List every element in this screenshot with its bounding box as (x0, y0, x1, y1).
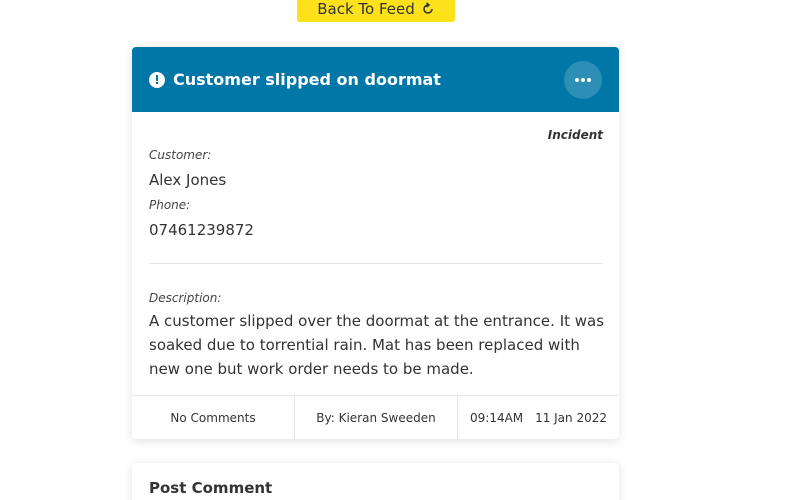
ellipsis-icon (575, 78, 579, 82)
page: Back To Feed ! Customer slipped on doorm… (0, 0, 800, 500)
comments-count-label: No Comments (170, 410, 256, 425)
customer-value: Alex Jones (149, 171, 227, 189)
description-label: Description: (149, 291, 222, 305)
divider (149, 263, 603, 264)
incident-title: Customer slipped on doormat (173, 70, 441, 89)
date-label: 11 Jan 2022 (535, 410, 607, 425)
phone-label: Phone: (149, 198, 191, 212)
timestamp: 09:14AM 11 Jan 2022 (458, 396, 619, 439)
incident-card: ! Customer slipped on doormat Incident C… (132, 47, 619, 439)
time-label: 09:14AM (470, 410, 524, 425)
post-comment-card: Post Comment (132, 463, 619, 500)
phone-value: 07461239872 (149, 221, 254, 239)
customer-label: Customer: (149, 148, 212, 162)
post-comment-title: Post Comment (149, 479, 273, 497)
back-to-feed-button[interactable]: Back To Feed (297, 0, 455, 22)
refresh-icon (421, 2, 435, 16)
comments-count[interactable]: No Comments (132, 396, 295, 439)
author-label: By: Kieran Sweeden (316, 410, 436, 425)
alert-icon: ! (149, 71, 165, 88)
incident-card-header: ! Customer slipped on doormat (132, 47, 619, 112)
incident-type: Incident (547, 128, 603, 142)
more-options-button[interactable] (564, 61, 602, 99)
incident-card-footer: No Comments By: Kieran Sweeden 09:14AM 1… (132, 395, 619, 439)
author: By: Kieran Sweeden (295, 396, 458, 439)
back-to-feed-label: Back To Feed (317, 0, 415, 18)
description-value: A customer slipped over the doormat at t… (149, 312, 605, 378)
